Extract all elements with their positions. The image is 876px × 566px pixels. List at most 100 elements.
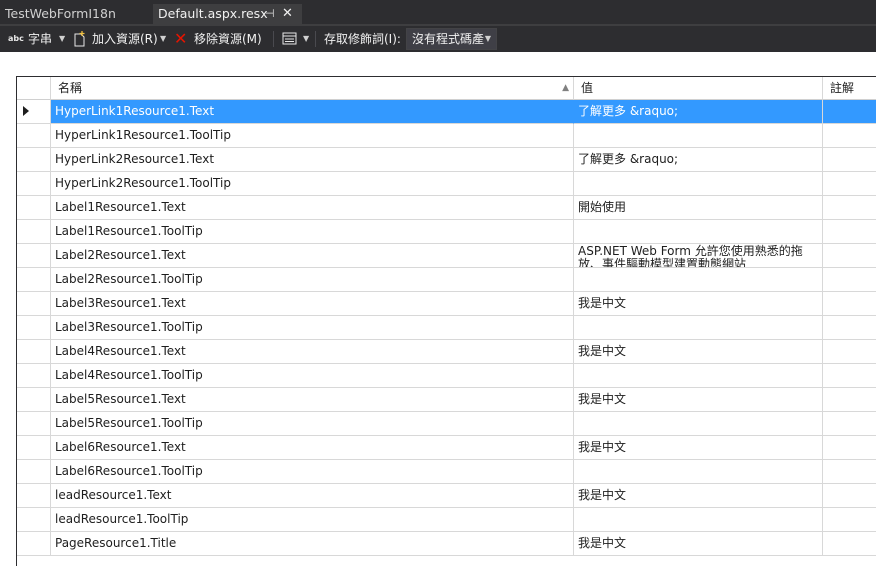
- name-cell[interactable]: Label1Resource1.ToolTip: [51, 220, 574, 244]
- comment-cell[interactable]: [823, 508, 876, 532]
- access-modifier-combo[interactable]: 沒有程式碼產 ▼: [406, 28, 497, 50]
- row-selector[interactable]: [17, 100, 51, 124]
- value-cell[interactable]: 我是中文: [574, 292, 823, 316]
- table-row[interactable]: Label2Resource1.Text ASP.NET Web Form 允許您…: [17, 244, 876, 268]
- pin-icon[interactable]: ⊣: [265, 4, 275, 24]
- value-cell[interactable]: 了解更多 &raquo;: [574, 100, 823, 124]
- table-row[interactable]: Label1Resource1.Text 開始使用: [17, 196, 876, 220]
- column-header-value[interactable]: 值: [574, 77, 823, 100]
- column-header-name[interactable]: 名稱 ▲: [51, 77, 574, 100]
- name-cell[interactable]: Label1Resource1.Text: [51, 196, 574, 220]
- row-selector[interactable]: [17, 460, 51, 484]
- name-cell[interactable]: Label3Resource1.ToolTip: [51, 316, 574, 340]
- row-selector[interactable]: [17, 244, 51, 268]
- name-cell[interactable]: Label2Resource1.ToolTip: [51, 268, 574, 292]
- name-cell[interactable]: leadResource1.Text: [51, 484, 574, 508]
- value-cell[interactable]: [574, 460, 823, 484]
- comment-cell[interactable]: [823, 364, 876, 388]
- name-cell[interactable]: HyperLink1Resource1.ToolTip: [51, 124, 574, 148]
- comment-cell[interactable]: [823, 388, 876, 412]
- table-row[interactable]: Label1Resource1.ToolTip: [17, 220, 876, 244]
- value-cell[interactable]: [574, 412, 823, 436]
- name-cell[interactable]: Label4Resource1.Text: [51, 340, 574, 364]
- value-cell[interactable]: 我是中文: [574, 484, 823, 508]
- row-selector[interactable]: [17, 484, 51, 508]
- table-row[interactable]: HyperLink2Resource1.ToolTip: [17, 172, 876, 196]
- value-cell[interactable]: 開始使用: [574, 196, 823, 220]
- comment-cell[interactable]: [823, 124, 876, 148]
- name-cell[interactable]: HyperLink2Resource1.ToolTip: [51, 172, 574, 196]
- value-cell[interactable]: 我是中文: [574, 436, 823, 460]
- row-header-corner[interactable]: [17, 77, 51, 100]
- value-cell[interactable]: [574, 508, 823, 532]
- value-cell[interactable]: [574, 364, 823, 388]
- value-cell[interactable]: 我是中文: [574, 388, 823, 412]
- table-row[interactable]: leadResource1.Text 我是中文: [17, 484, 876, 508]
- row-selector[interactable]: [17, 268, 51, 292]
- row-selector[interactable]: [17, 340, 51, 364]
- name-cell[interactable]: PageResource1.Title: [51, 532, 574, 556]
- row-selector[interactable]: [17, 148, 51, 172]
- table-row[interactable]: PageResource1.Title 我是中文: [17, 532, 876, 556]
- value-cell[interactable]: 我是中文: [574, 340, 823, 364]
- comment-cell[interactable]: [823, 436, 876, 460]
- name-cell[interactable]: Label2Resource1.Text: [51, 244, 574, 268]
- comment-cell[interactable]: [823, 340, 876, 364]
- row-selector[interactable]: [17, 220, 51, 244]
- row-selector[interactable]: [17, 508, 51, 532]
- value-cell[interactable]: ASP.NET Web Form 允許您使用熟悉的拖放、事件驅動模型建置動態網站: [574, 244, 823, 268]
- row-selector[interactable]: [17, 436, 51, 460]
- row-selector[interactable]: [17, 292, 51, 316]
- table-row[interactable]: leadResource1.ToolTip: [17, 508, 876, 532]
- comment-cell[interactable]: [823, 412, 876, 436]
- comment-cell[interactable]: [823, 244, 876, 268]
- tab-default-aspx-resx[interactable]: Default.aspx.resx ⊣ ✕: [153, 4, 302, 24]
- comment-cell[interactable]: [823, 196, 876, 220]
- column-header-comment[interactable]: 註解: [823, 77, 876, 100]
- value-cell[interactable]: [574, 268, 823, 292]
- comment-cell[interactable]: [823, 148, 876, 172]
- name-cell[interactable]: Label6Resource1.ToolTip: [51, 460, 574, 484]
- comment-cell[interactable]: [823, 292, 876, 316]
- table-row[interactable]: HyperLink2Resource1.Text 了解更多 &raquo;: [17, 148, 876, 172]
- table-row[interactable]: Label2Resource1.ToolTip: [17, 268, 876, 292]
- name-cell[interactable]: Label5Resource1.ToolTip: [51, 412, 574, 436]
- name-cell[interactable]: Label5Resource1.Text: [51, 388, 574, 412]
- value-cell[interactable]: [574, 172, 823, 196]
- table-row[interactable]: Label6Resource1.Text 我是中文: [17, 436, 876, 460]
- table-row[interactable]: Label6Resource1.ToolTip: [17, 460, 876, 484]
- row-selector[interactable]: [17, 532, 51, 556]
- comment-cell[interactable]: [823, 484, 876, 508]
- close-icon[interactable]: ✕: [282, 4, 293, 24]
- value-cell[interactable]: [574, 316, 823, 340]
- comment-cell[interactable]: [823, 172, 876, 196]
- name-cell[interactable]: HyperLink2Resource1.Text: [51, 148, 574, 172]
- name-cell[interactable]: leadResource1.ToolTip: [51, 508, 574, 532]
- row-selector[interactable]: [17, 196, 51, 220]
- value-cell[interactable]: [574, 220, 823, 244]
- name-cell[interactable]: Label6Resource1.Text: [51, 436, 574, 460]
- comment-cell[interactable]: [823, 532, 876, 556]
- table-row[interactable]: HyperLink1Resource1.Text 了解更多 &raquo;: [17, 100, 876, 124]
- table-row[interactable]: Label3Resource1.ToolTip: [17, 316, 876, 340]
- row-selector[interactable]: [17, 172, 51, 196]
- row-selector[interactable]: [17, 412, 51, 436]
- name-cell[interactable]: Label4Resource1.ToolTip: [51, 364, 574, 388]
- value-cell[interactable]: 我是中文: [574, 532, 823, 556]
- resource-grid[interactable]: 名稱 ▲ 值 註解 HyperLink1Resource1.Text 了解更多 &…: [16, 76, 876, 566]
- table-row[interactable]: Label3Resource1.Text 我是中文: [17, 292, 876, 316]
- tab-testwebformi18n[interactable]: TestWebFormI18n: [0, 4, 152, 24]
- table-row[interactable]: Label4Resource1.ToolTip: [17, 364, 876, 388]
- name-cell[interactable]: HyperLink1Resource1.Text: [51, 100, 574, 124]
- table-row[interactable]: Label5Resource1.ToolTip: [17, 412, 876, 436]
- comment-cell[interactable]: [823, 100, 876, 124]
- comment-cell[interactable]: [823, 220, 876, 244]
- comment-cell[interactable]: [823, 316, 876, 340]
- row-selector[interactable]: [17, 124, 51, 148]
- name-cell[interactable]: Label3Resource1.Text: [51, 292, 574, 316]
- row-selector[interactable]: [17, 316, 51, 340]
- value-cell[interactable]: 了解更多 &raquo;: [574, 148, 823, 172]
- comment-cell[interactable]: [823, 268, 876, 292]
- row-selector[interactable]: [17, 364, 51, 388]
- value-cell[interactable]: [574, 124, 823, 148]
